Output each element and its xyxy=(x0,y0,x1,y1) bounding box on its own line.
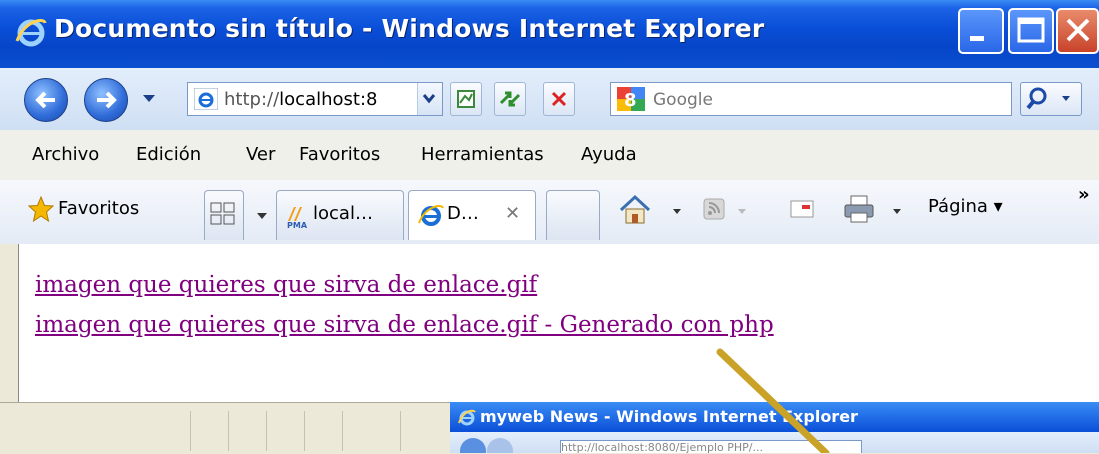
forward-arrow-icon xyxy=(97,91,117,109)
print-dropdown-icon[interactable] xyxy=(892,208,902,216)
overlay-title-bar[interactable]: myweb News - Windows Internet Explorer xyxy=(450,402,1099,432)
svg-text:8: 8 xyxy=(624,90,637,111)
refresh-button[interactable] xyxy=(494,82,526,116)
favorites-tab-bar: Favoritos PMA local… D… ✕ Página ▾ » xyxy=(0,180,1099,245)
status-divider xyxy=(228,411,229,451)
status-divider xyxy=(266,411,267,451)
page-favicon-icon xyxy=(194,88,218,110)
address-url[interactable]: http://localhost:8 xyxy=(224,89,402,110)
search-placeholder: Google xyxy=(653,90,713,110)
favorites-label: Favoritos xyxy=(58,198,140,219)
back-button[interactable] xyxy=(24,78,68,122)
toolbar-overflow-button[interactable]: » xyxy=(1078,184,1090,205)
forward-button[interactable] xyxy=(84,78,128,122)
stop-button[interactable] xyxy=(543,82,575,116)
tab-localhost[interactable]: PMA local… xyxy=(276,190,404,240)
quick-tabs-button[interactable] xyxy=(204,190,244,240)
back-arrow-icon xyxy=(35,91,55,109)
menu-ayuda[interactable]: Ayuda xyxy=(581,144,637,165)
svg-text:PMA: PMA xyxy=(287,221,308,229)
address-bar[interactable]: http://localhost:8 xyxy=(187,82,443,116)
refresh-icon xyxy=(499,91,521,107)
title-bar[interactable]: Documento sin título - Windows Internet … xyxy=(0,0,1099,68)
search-icon xyxy=(1026,87,1070,110)
compatibility-icon xyxy=(457,90,475,108)
maximize-button[interactable] xyxy=(1008,8,1054,54)
address-toolbar: http://localhost:8 8 Google xyxy=(0,68,1099,130)
stop-icon xyxy=(551,91,567,107)
ie-tab-icon xyxy=(418,204,444,226)
status-bar xyxy=(0,402,450,454)
recent-pages-dropdown-icon[interactable] xyxy=(142,94,156,104)
ie-logo-icon xyxy=(15,18,47,47)
status-divider xyxy=(400,411,401,451)
overlay-address-bar[interactable]: http://localhost:8080/Ejemplo PHP/... xyxy=(560,440,862,453)
close-icon xyxy=(1066,18,1090,42)
overlay-window-title: myweb News - Windows Internet Explorer xyxy=(480,407,858,426)
minimize-button[interactable] xyxy=(958,8,1004,54)
page-menu-button[interactable]: Página ▾ xyxy=(928,196,1003,217)
link-imagen-php[interactable]: imagen que quieres que sirva de enlace.g… xyxy=(35,312,774,338)
google-logo-icon: 8 xyxy=(617,87,645,111)
menu-ver[interactable]: Ver xyxy=(246,144,275,165)
read-mail-icon[interactable] xyxy=(788,197,816,221)
phpmyadmin-icon: PMA xyxy=(287,207,308,229)
print-icon[interactable] xyxy=(842,194,876,224)
tab-documento[interactable]: D… ✕ xyxy=(408,190,536,240)
home-dropdown-icon[interactable] xyxy=(672,208,682,216)
feeds-dropdown-icon[interactable] xyxy=(737,208,747,216)
page-content: imagen que quieres que sirva de enlace.g… xyxy=(18,244,1099,402)
search-box[interactable]: 8 Google xyxy=(610,82,1012,116)
tab-localhost-label: local… xyxy=(313,203,373,224)
new-tab-button[interactable] xyxy=(546,190,600,240)
overlay-ie-window[interactable]: myweb News - Windows Internet Explorer h… xyxy=(450,402,1099,453)
status-divider xyxy=(304,411,305,451)
close-button[interactable] xyxy=(1056,8,1099,54)
menu-favoritos[interactable]: Favoritos xyxy=(299,144,380,165)
minimize-icon xyxy=(970,36,984,41)
overlay-address-url: http://localhost:8080/Ejemplo PHP/... xyxy=(561,441,763,453)
overlay-nav-buttons-icon[interactable] xyxy=(458,436,518,453)
favorites-button[interactable]: Favoritos xyxy=(28,196,139,222)
quick-tabs-icon xyxy=(210,202,235,225)
feeds-icon[interactable] xyxy=(702,196,726,222)
address-dropdown-button[interactable] xyxy=(417,83,442,115)
search-button[interactable] xyxy=(1020,82,1082,116)
menu-bar: Archivo Edición Ver Favoritos Herramient… xyxy=(0,130,1099,181)
maximize-icon xyxy=(1017,17,1045,43)
window-title: Documento sin título - Windows Internet … xyxy=(54,14,765,43)
status-divider xyxy=(190,411,191,451)
overlay-address-toolbar: http://localhost:8080/Ejemplo PHP/... xyxy=(450,432,1099,453)
tab-close-button[interactable]: ✕ xyxy=(505,203,520,224)
compatibility-view-button[interactable] xyxy=(450,82,482,116)
tab-documento-label: D… xyxy=(447,203,479,224)
link-imagen[interactable]: imagen que quieres que sirva de enlace.g… xyxy=(35,272,537,298)
menu-edicion[interactable]: Edición xyxy=(136,144,201,165)
status-divider xyxy=(342,411,343,451)
star-icon xyxy=(28,196,54,222)
home-icon[interactable] xyxy=(617,192,653,228)
tab-list-dropdown-icon[interactable] xyxy=(256,212,268,220)
menu-herramientas[interactable]: Herramientas xyxy=(421,144,544,165)
chevron-down-icon xyxy=(422,94,436,104)
menu-archivo[interactable]: Archivo xyxy=(32,144,99,165)
ie-logo-icon xyxy=(458,409,476,426)
frame-left-edge xyxy=(0,244,18,402)
ie-window: Documento sin título - Windows Internet … xyxy=(0,0,1099,454)
